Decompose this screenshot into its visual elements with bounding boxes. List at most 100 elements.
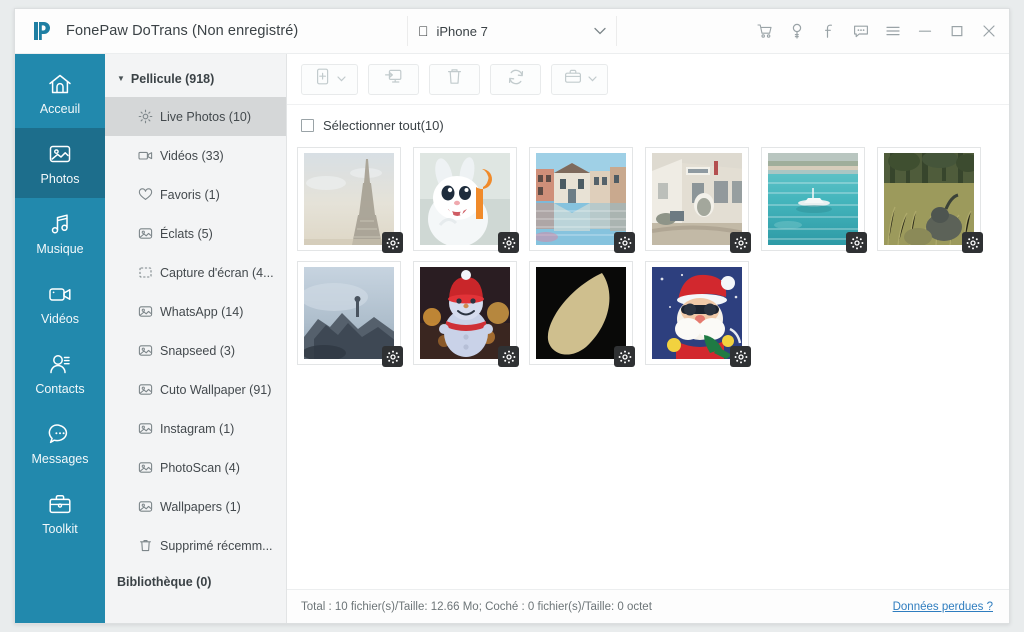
photo-cell[interactable]: [413, 261, 519, 367]
street-building-photo: [652, 153, 742, 245]
chevron-down-icon: [587, 75, 597, 84]
tree-item-instagram[interactable]: Instagram (1): [105, 409, 286, 448]
tree-item-label: PhotoScan (4): [160, 460, 240, 475]
tree-footer-label: Bibliothèque (0): [117, 575, 212, 589]
sidebar-item-photos[interactable]: Photos: [15, 128, 105, 198]
sidebar-item-label: Toolkit: [42, 522, 78, 536]
trash-icon: [138, 538, 153, 553]
foggy-rocks-photo: [304, 267, 394, 359]
maximize-button[interactable]: [948, 23, 965, 40]
sidebar-item-messages[interactable]: Messages: [15, 408, 105, 478]
live-photo-badge-icon: [730, 232, 751, 253]
status-total-text: Total : 10 fichier(s)/Taille: 12.66 Mo; …: [301, 600, 652, 613]
home-icon: [47, 70, 73, 96]
minimize-button[interactable]: [916, 23, 933, 40]
live-photo-badge-icon: [846, 232, 867, 253]
santa-claus-photo: [652, 267, 742, 359]
photo-cell[interactable]: [413, 147, 519, 253]
photo-cell[interactable]: [645, 261, 751, 367]
tree-item-label: Live Photos (10): [160, 109, 252, 124]
tree-item-label: Supprimé récemm...: [160, 538, 273, 553]
photo-cell[interactable]: [529, 261, 635, 367]
eiffel-tower-photo: [304, 153, 394, 245]
photo-cell[interactable]: [297, 147, 403, 253]
add-to-device-button[interactable]: [301, 63, 358, 95]
photo-icon: [47, 140, 73, 166]
select-all-checkbox[interactable]: [301, 118, 314, 132]
sidebar-item-label: Messages: [31, 452, 89, 466]
tree-item-live-photos[interactable]: Live Photos (10): [105, 97, 286, 136]
menu-icon[interactable]: [884, 23, 901, 40]
photo-cell[interactable]: [645, 147, 751, 253]
album-icon: [138, 499, 153, 514]
tree-header-pellicule[interactable]: ▼ Pellicule (918): [105, 66, 286, 92]
device-selector[interactable]:  iPhone 7: [407, 16, 617, 46]
tree-item-wallpapers[interactable]: Wallpapers (1): [105, 487, 286, 526]
live-photo-badge-icon: [962, 232, 983, 253]
sidebar-item-acceuil[interactable]: Acceuil: [15, 58, 105, 128]
snowman-photo: [420, 267, 510, 359]
tree-item-whatsapp[interactable]: WhatsApp (14): [105, 292, 286, 331]
screenshot-icon: [138, 265, 153, 280]
lost-data-link[interactable]: Données perdues ?: [893, 601, 993, 613]
tree-footer-bibliotheque[interactable]: Bibliothèque (0): [105, 565, 286, 599]
key-icon[interactable]: [788, 23, 805, 40]
live-photo-badge-icon: [382, 232, 403, 253]
select-all-row: Sélectionner tout(10): [287, 105, 1009, 145]
photo-grid-scroll[interactable]: [287, 145, 1009, 589]
cart-icon[interactable]: [756, 23, 773, 40]
album-icon: [138, 421, 153, 436]
album-icon: [138, 382, 153, 397]
live-photo-badge-icon: [498, 346, 519, 367]
chevron-down-icon: [337, 75, 346, 84]
tree-item-videos[interactable]: Vidéos (33): [105, 136, 286, 175]
chevron-down-icon: [594, 22, 606, 40]
tree-item-label: Favoris (1): [160, 187, 220, 202]
app-branding: FonePaw DoTrans (Non enregistré): [29, 18, 298, 44]
main-body: Acceuil Photos Musique Vidéos Contacts M…: [15, 54, 1009, 623]
tree-item-snapseed[interactable]: Snapseed (3): [105, 331, 286, 370]
sidebar-item-videos[interactable]: Vidéos: [15, 268, 105, 338]
live-photo-badge-icon: [730, 346, 751, 367]
app-title: FonePaw DoTrans (Non enregistré): [66, 23, 299, 39]
caret-down-icon: ▼: [117, 74, 125, 83]
tree-item-label: Snapseed (3): [160, 343, 236, 358]
heart-icon: [138, 187, 153, 202]
album-icon: [138, 304, 153, 319]
live-photo-badge-icon: [614, 232, 635, 253]
tree-item-label: Vidéos (33): [160, 148, 224, 163]
video-icon: [138, 148, 153, 163]
photo-cell[interactable]: [877, 147, 983, 253]
sidebar-item-label: Acceuil: [39, 102, 81, 116]
sidebar-item-toolkit[interactable]: Toolkit: [15, 478, 105, 548]
forest-grass-photo: [884, 153, 974, 245]
tree-item-favoris[interactable]: Favoris (1): [105, 175, 286, 214]
photo-cell[interactable]: [761, 147, 867, 253]
photo-grid: [297, 145, 1009, 367]
refresh-button[interactable]: [490, 63, 541, 95]
tree-item-capture-ecran[interactable]: Capture d'écran (4...: [105, 253, 286, 292]
feedback-chat-icon[interactable]: [852, 23, 869, 40]
sidebar-item-label: Photos: [40, 172, 80, 186]
album-icon: [138, 343, 153, 358]
tree-item-cuto-wallpaper[interactable]: Cuto Wallpaper (91): [105, 370, 286, 409]
content-toolbar: [287, 54, 1009, 105]
tree-item-supprime-recemment[interactable]: Supprimé récemm...: [105, 526, 286, 565]
tree-item-label: Instagram (1): [160, 421, 235, 436]
tree-header-label: Pellicule (918): [130, 72, 215, 86]
white-rabbit-photo: [420, 153, 510, 245]
facebook-icon[interactable]: [820, 23, 837, 40]
toolbox-button[interactable]: [551, 63, 608, 95]
photo-cell[interactable]: [529, 147, 635, 253]
sidebar-item-contacts[interactable]: Contacts: [15, 338, 105, 408]
sidebar-item-label: Musique: [36, 242, 84, 256]
tree-item-eclats[interactable]: Éclats (5): [105, 214, 286, 253]
phone-plus-icon: [313, 67, 332, 91]
close-button[interactable]: [980, 23, 997, 40]
sidebar-item-musique[interactable]: Musique: [15, 198, 105, 268]
tree-item-photoscan[interactable]: PhotoScan (4): [105, 448, 286, 487]
delete-button[interactable]: [429, 63, 480, 95]
export-to-pc-button[interactable]: [368, 63, 419, 95]
photo-cell[interactable]: [297, 261, 403, 367]
sidebar-item-label: Vidéos: [41, 312, 79, 326]
